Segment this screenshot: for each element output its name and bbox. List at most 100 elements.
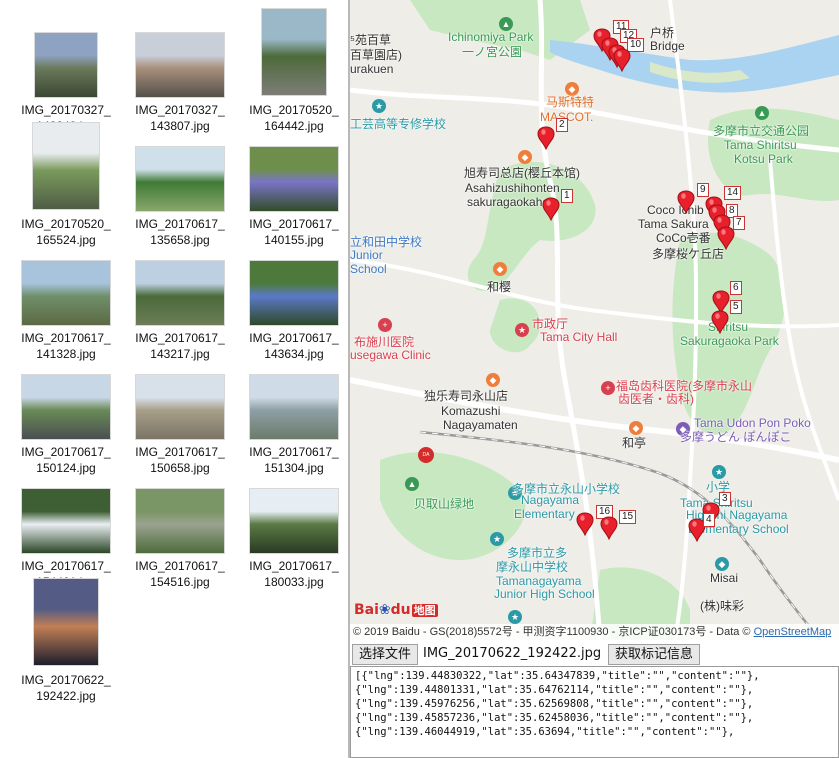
output-json-line: [{"lng":139.44830322,"lat":35.64347839,"… [355, 670, 760, 682]
map-place-label: 和樱 [487, 280, 512, 294]
thumbnail-filename: IMG_20170617_ [249, 445, 339, 459]
thumbnail-item[interactable]: IMG_20170622_ 192422.jpg [9, 576, 123, 703]
thumbnail-filename: IMG_20170520_ [21, 217, 111, 231]
map-marker-pin-icon[interactable] [537, 126, 555, 150]
marker-pin-shape [537, 126, 555, 150]
map-place-label: Misai [710, 571, 739, 585]
map-place-label: Bridge [650, 39, 685, 53]
thumbnail-item[interactable]: IMG_20170520_ 164442.jpg [237, 6, 351, 133]
choose-file-button[interactable]: 选择文件 [352, 644, 419, 665]
map-marker-pin-icon[interactable] [542, 197, 560, 221]
thumbnail-filename: IMG_20170617_ [135, 217, 225, 231]
school-icon: ★ [508, 610, 522, 624]
map-place-label: Tama City Hall [540, 330, 618, 344]
map-place-label: 立和田中学校 [350, 235, 423, 249]
school-icon: ★ [712, 465, 726, 479]
thumbnail-image[interactable] [34, 32, 98, 98]
map-marker-pin-icon[interactable] [600, 516, 618, 540]
map-marker-label: 15 [619, 510, 637, 524]
thumbnail-image[interactable] [135, 32, 225, 98]
thumbnail-item[interactable]: IMG_20170520_ 165524.jpg [9, 120, 123, 247]
map-place-label: School [350, 262, 387, 276]
thumbnail-item[interactable]: IMG_20170617_ 140155.jpg [237, 120, 351, 247]
restaurant-icon: ◆ [715, 557, 729, 571]
map-marker-pin-icon[interactable] [613, 48, 631, 72]
map-place-label: 旭寿司总店(樱丘本馆) [464, 166, 580, 180]
map-place-label: 齿医者・齿科) [618, 392, 694, 406]
thumbnail-image[interactable] [135, 146, 225, 212]
thumbnail-item[interactable]: IMG_20170617_ 154516.jpg [123, 462, 237, 589]
thumbnail-image[interactable] [249, 374, 339, 440]
marker-pin-shape [542, 197, 560, 221]
map-place-label: Asahizushihonten [465, 181, 560, 195]
thumbnail-item[interactable]: IMG_20170617_ 150124.jpg [9, 348, 123, 475]
restaurant-icon: ◆ [629, 421, 643, 435]
baidu-logo-cn: 地图 [411, 604, 438, 617]
map-marker-pin-icon[interactable] [711, 310, 729, 334]
thumbnail-filename: IMG_20170617_ [21, 559, 111, 573]
map-marker-label: 4 [703, 513, 715, 527]
marker-pin-shape [711, 310, 729, 334]
baidu-logo-text-1: Bai [354, 602, 379, 618]
thumbnail-image[interactable] [249, 260, 339, 326]
thumbnail-image[interactable] [135, 488, 225, 554]
copyright-text: © 2019 Baidu - GS(2018)5572号 - 甲测资字11009… [353, 626, 754, 638]
output-json-line: {"lng":139.44801331,"lat":35.64762114,"t… [355, 684, 754, 696]
thumbnail-item[interactable]: IMG_20170617_154421.jpg [9, 462, 123, 589]
thumbnail-item[interactable]: IMG_20170617_ 135658.jpg [123, 120, 237, 247]
thumbnail-image[interactable] [21, 374, 111, 440]
marker-output-textarea[interactable]: [{"lng":139.44830322,"lat":35.64347839,"… [350, 666, 839, 758]
image-gallery[interactable]: IMG_20170327_142840.jpgIMG_20170327_1438… [0, 0, 349, 758]
map-marker-pin-icon[interactable] [717, 226, 735, 250]
map-place-label: 布施川医院 [354, 335, 415, 349]
thumbnail-filename: IMG_20170520_ [249, 103, 339, 117]
map-view[interactable]: ▲ ◆ ★ ▲ ◆ ◆ + ★ ◆ + ◆ ◆ ★ ▲ ★ ★ ◆ ★ DA I… [350, 0, 839, 640]
thumbnail-filename-ext: 192422.jpg [36, 689, 96, 703]
park-icon: ▲ [405, 477, 419, 491]
map-place-label: Sakuragaoka Park [680, 334, 779, 348]
thumbnail-image[interactable] [32, 122, 100, 210]
openstreetmap-link[interactable]: OpenStreetMap [754, 626, 832, 638]
map-copyright: © 2019 Baidu - GS(2018)5572号 - 甲测资字11009… [350, 624, 839, 640]
thumbnail-image[interactable] [261, 8, 327, 96]
thumbnail-item[interactable]: IMG_20170327_ 143807.jpg [123, 6, 237, 133]
thumbnail-image[interactable] [135, 374, 225, 440]
thumbnail-image[interactable] [135, 260, 225, 326]
hospital-icon: + [378, 318, 392, 332]
output-json-line: {"lng":139.45976256,"lat":35.62569808,"t… [355, 698, 754, 710]
thumbnail-item[interactable]: IMG_20170617_ 143217.jpg [123, 234, 237, 361]
map-place-label: 贝取山绿地 [414, 497, 475, 511]
thumbnail-filename-ext: 180033.jpg [264, 575, 324, 589]
map-base-layer [350, 0, 839, 640]
map-place-label: 多摩桜ケ丘店 [652, 247, 725, 261]
restaurant-icon: ◆ [486, 373, 500, 387]
map-place-label: 福岛齿科医院(多摩市永山 [616, 379, 752, 393]
thumbnail-image[interactable] [33, 578, 99, 666]
map-marker-label: 5 [730, 300, 742, 314]
map-place-label: Tamanagayama [496, 574, 582, 588]
map-marker-pin-icon[interactable] [576, 512, 594, 536]
map-place-label: Ichinomiya Park [448, 30, 534, 44]
thumbnail-item[interactable]: IMG_20170617_ 143634.jpg [237, 234, 351, 361]
thumbnail-item[interactable]: IMG_20170327_142840.jpg [9, 6, 123, 133]
map-marker-label: 2 [556, 118, 568, 132]
marker-pin-shape [576, 512, 594, 536]
thumbnail-filename: IMG_20170617_ [249, 331, 339, 345]
thumbnail-image[interactable] [249, 488, 339, 554]
map-place-label: 一ノ宮公園 [462, 45, 523, 59]
thumbnail-image[interactable] [249, 146, 339, 212]
thumbnail-filename: IMG_20170622_ [21, 673, 111, 687]
thumbnail-item[interactable]: IMG_20170617_ 151304.jpg [237, 348, 351, 475]
thumbnail-filename: IMG_20170617_ [249, 559, 339, 573]
thumbnail-image[interactable] [21, 488, 111, 554]
map-marker-label: 1 [561, 189, 573, 203]
map-place-label: Nagayamaten [443, 418, 518, 432]
thumbnail-item[interactable]: IMG_20170617_ 150658.jpg [123, 348, 237, 475]
thumbnail-item[interactable]: IMG_20170617_ 141328.jpg [9, 234, 123, 361]
map-place-label: 多摩市立交通公园 [713, 124, 810, 138]
map-marker-pin-icon[interactable] [677, 190, 695, 214]
thumbnail-image[interactable] [21, 260, 111, 326]
thumbnail-item[interactable]: IMG_20170617_ 180033.jpg [237, 462, 351, 589]
get-markers-button[interactable]: 获取标记信息 [608, 644, 701, 665]
restaurant-icon: ◆ [493, 262, 507, 276]
